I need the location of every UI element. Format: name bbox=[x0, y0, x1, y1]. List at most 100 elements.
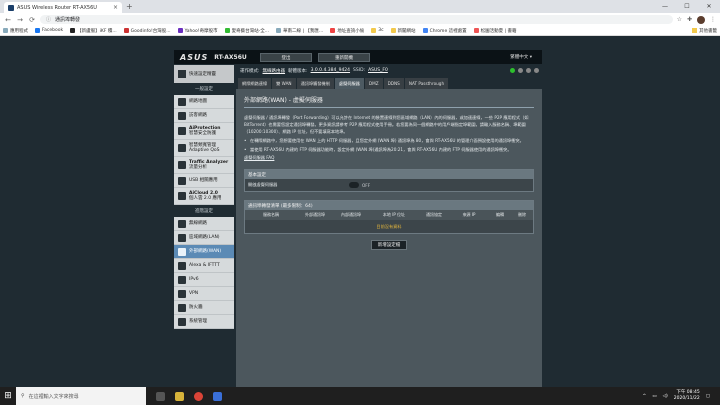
tab-title: ASUS Wireless Router RT-AX56U bbox=[17, 4, 97, 11]
internet-status-icon[interactable] bbox=[510, 68, 515, 73]
bookmark-item[interactable]: Goodinfo!台灣股... bbox=[123, 28, 171, 34]
extension-icon[interactable]: ✚ bbox=[687, 16, 692, 24]
advanced-section-header: 進階設定 bbox=[195, 209, 213, 214]
file-explorer-icon[interactable] bbox=[175, 391, 184, 401]
sidebar-item-guest-network[interactable]: 訪客網路 bbox=[174, 109, 234, 123]
tab-internet[interactable]: 網際網路連線 bbox=[238, 78, 272, 89]
qos-icon bbox=[178, 144, 186, 152]
guest-network-icon bbox=[178, 111, 186, 120]
app-icon[interactable] bbox=[213, 391, 222, 401]
address-bar[interactable]: ⓘ 通訊埠轉發 bbox=[40, 15, 673, 24]
bookmark-item[interactable]: 松園活動夏 | 書籍 bbox=[473, 28, 517, 34]
clock[interactable]: 下午 08:45 2020/11/22 bbox=[674, 390, 700, 402]
sidebar-item-firewall[interactable]: 防火牆 bbox=[174, 301, 234, 315]
taskbar-search[interactable]: ⚲ 在這裡輸入文字來搜尋 bbox=[16, 387, 146, 405]
router-page: ASUS RT-AX56U 登出 重新開機 繁體中文 ▾ 快速設定精靈 一般設定… bbox=[0, 36, 720, 387]
col-protocol: 通訊協定 bbox=[426, 212, 442, 217]
usb-status-icon[interactable] bbox=[518, 68, 523, 73]
logout-button[interactable]: 登出 bbox=[260, 53, 312, 62]
maximize-button[interactable]: ☐ bbox=[676, 0, 698, 12]
notification-icon[interactable]: ▢ bbox=[706, 394, 710, 399]
window-controls: — ☐ ✕ bbox=[654, 0, 720, 12]
tab-dual-wan[interactable]: 雙 WAN bbox=[272, 78, 296, 89]
enable-toggle[interactable] bbox=[349, 182, 359, 188]
sidebar-item-network-map[interactable]: 網路地圖 bbox=[174, 95, 234, 109]
faq-link[interactable]: 虛擬伺服器 FAQ bbox=[244, 155, 534, 161]
sidebar-item-aiprotection[interactable]: AiProtection 智慧安全防護 bbox=[174, 123, 234, 140]
status-bar: 運作模式: 無線路由器 韌體版本: 3.0.0.4.384_9424 SSID:… bbox=[236, 65, 542, 76]
tab-close-icon[interactable]: × bbox=[113, 4, 118, 11]
wand-icon bbox=[178, 70, 186, 78]
sidebar-item-administration[interactable]: 系統管理 bbox=[174, 315, 234, 329]
task-view-icon[interactable] bbox=[156, 391, 165, 401]
reload-button[interactable]: ⟳ bbox=[28, 16, 36, 24]
alexa-icon bbox=[178, 261, 186, 270]
sidebar-item-lan[interactable]: 區域網路(LAN) bbox=[174, 231, 234, 245]
note-ftp: 當使用 RT-AX56U 內建的 FTP 伺服器功能時，設定外網 (WAN 埠)… bbox=[244, 146, 534, 153]
quick-setup-button[interactable]: 快速設定精靈 bbox=[174, 65, 234, 83]
language-select[interactable]: 繁體中文 ▾ bbox=[510, 54, 532, 60]
sidebar-item-qos[interactable]: 智慧頻寬管理 Adaptive QoS bbox=[174, 140, 234, 157]
tab-nat-passthrough[interactable]: NAT Passthrough bbox=[404, 78, 449, 89]
tab-dmz[interactable]: DMZ bbox=[364, 78, 383, 89]
sidebar: 快速設定精靈 一般設定 網路地圖 訪客網路 AiProtection 智慧安全防護… bbox=[174, 65, 234, 387]
bookmarks-bar: 應用程式 Facebook 【新盧服】iKF 積... Goodinfo!台灣股… bbox=[0, 26, 720, 36]
tab-virtual-server[interactable]: 虛擬伺服器 bbox=[334, 78, 364, 89]
bookmark-item[interactable]: Chrome 這裡處置 bbox=[422, 28, 467, 34]
bookmark-item[interactable]: 3c bbox=[371, 28, 384, 33]
sidebar-item-wireless[interactable]: 無線網路 bbox=[174, 217, 234, 231]
col-edit: 編輯 bbox=[496, 212, 504, 217]
sidebar-item-aicloud[interactable]: AiCloud 2.0 個人雲 2.0 應用 bbox=[174, 188, 234, 205]
network-icon[interactable]: ▭ bbox=[652, 394, 656, 399]
add-profile-button[interactable]: 新增設定檔 bbox=[371, 240, 407, 250]
user-status-icon[interactable] bbox=[526, 68, 531, 73]
sidebar-item-usb[interactable]: USB 相關應用 bbox=[174, 174, 234, 188]
table-columns: 服務名稱 外部通訊埠 內部通訊埠 本地 IP 位址 通訊協定 來源 IP 編輯 … bbox=[245, 210, 533, 220]
bookmark-item[interactable]: 新聞網站 bbox=[390, 28, 416, 34]
chrome-icon[interactable] bbox=[194, 391, 203, 401]
col-external-port: 外部通訊埠 bbox=[305, 212, 325, 217]
folder-icon bbox=[692, 28, 697, 33]
ssid-link[interactable]: ASUS_F0 bbox=[368, 68, 388, 73]
asus-logo: ASUS bbox=[180, 52, 209, 62]
general-section-header: 一般設定 bbox=[195, 87, 213, 92]
sidebar-item-ipv6[interactable]: IPv6 bbox=[174, 273, 234, 287]
other-bookmarks[interactable]: 其他書籤 bbox=[692, 28, 717, 34]
sidebar-item-alexa[interactable]: Alexa & IFTTT bbox=[174, 259, 234, 273]
bookmark-icon bbox=[123, 28, 129, 33]
toolbar-icons: ☆ ✚ ⋮ bbox=[677, 15, 716, 24]
browser-tab[interactable]: ASUS Wireless Router RT-AX56U × bbox=[4, 2, 122, 13]
virtual-server-panel: 外部網路(WAN) - 虛擬伺服器 虛擬伺服器 / 通訊埠轉發（Port For… bbox=[236, 89, 542, 387]
tab-ddns[interactable]: DDNS bbox=[383, 78, 404, 89]
port-forward-header: 通訊埠轉發清單 (最多限制：64) bbox=[245, 201, 533, 210]
tab-port-trigger[interactable]: 通訊埠觸發機制 bbox=[296, 78, 334, 89]
volume-icon[interactable]: ◁) bbox=[663, 394, 668, 399]
app-status-icon[interactable] bbox=[534, 68, 539, 73]
profile-avatar[interactable] bbox=[697, 15, 705, 24]
reboot-button[interactable]: 重新開機 bbox=[318, 53, 370, 62]
new-tab-button[interactable]: + bbox=[126, 2, 133, 11]
bookmark-item[interactable]: 地址查詢小偷 bbox=[330, 28, 364, 34]
back-button[interactable]: ← bbox=[4, 16, 12, 24]
star-icon[interactable]: ☆ bbox=[677, 16, 682, 24]
sidebar-item-traffic-analyzer[interactable]: Traffic Analyzer 流量分析 bbox=[174, 157, 234, 174]
bookmark-item[interactable]: Yahoo!奇摩股市 bbox=[177, 28, 218, 34]
bookmark-item[interactable]: 【新盧服】iKF 積... bbox=[70, 28, 117, 34]
note-http: 在轉際網路中，您想要使用在 WAN 上的 HTTP 伺服器，且您定外網 (WAN… bbox=[244, 137, 534, 144]
bookmark-item[interactable]: 愛奇藝台灣站-全... bbox=[224, 28, 269, 34]
close-window-button[interactable]: ✕ bbox=[698, 0, 720, 12]
operation-mode-link[interactable]: 無線路由器 bbox=[263, 68, 286, 74]
info-icon[interactable]: ⓘ bbox=[46, 16, 51, 23]
menu-dots-icon[interactable]: ⋮ bbox=[710, 16, 716, 24]
minimize-button[interactable]: — bbox=[654, 0, 676, 12]
sidebar-item-wan[interactable]: 外部網路(WAN) bbox=[174, 245, 234, 259]
sidebar-item-vpn[interactable]: VPN bbox=[174, 287, 234, 301]
chevron-up-icon[interactable]: ^ bbox=[643, 394, 647, 399]
bookmark-item[interactable]: 華南二線 | 【我匯... bbox=[276, 28, 323, 34]
bookmark-item[interactable]: 應用程式 bbox=[3, 28, 28, 34]
firmware-link[interactable]: 3.0.0.4.384_9424 bbox=[311, 68, 350, 73]
bookmark-item[interactable]: Facebook bbox=[35, 28, 63, 33]
windows-start-icon[interactable]: ⊞ bbox=[0, 387, 16, 405]
address-text: 通訊埠轉發 bbox=[55, 17, 81, 23]
forward-button[interactable]: → bbox=[16, 16, 24, 24]
